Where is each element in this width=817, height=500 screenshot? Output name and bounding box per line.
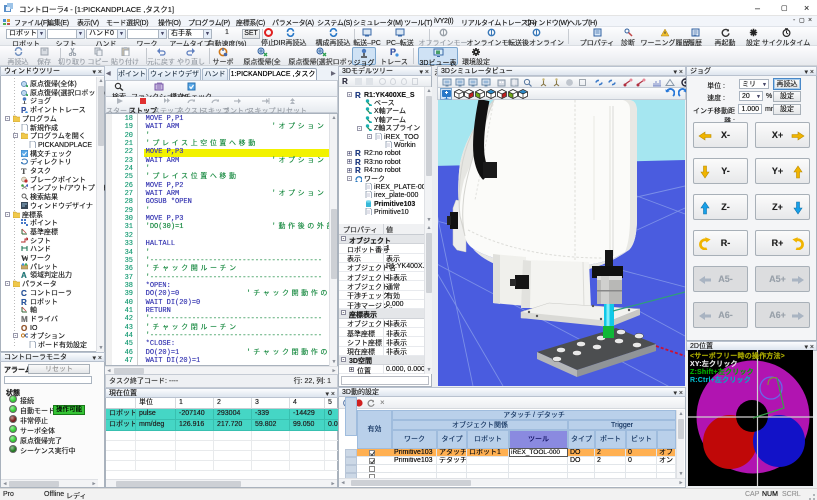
svg-text:W: W [21, 254, 28, 261]
svg-text:R: R [355, 91, 361, 98]
svg-text:Q: Q [21, 324, 27, 331]
svg-text:C: C [21, 289, 27, 296]
svg-text:R: R [355, 166, 361, 173]
svg-text:R: R [355, 149, 361, 156]
svg-text:T: T [21, 167, 27, 174]
svg-text:P: P [390, 47, 396, 57]
svg-text:A: A [21, 271, 27, 278]
svg-text:R: R [21, 298, 27, 305]
svg-text:M: M [21, 315, 28, 322]
svg-text:R: R [355, 158, 361, 165]
